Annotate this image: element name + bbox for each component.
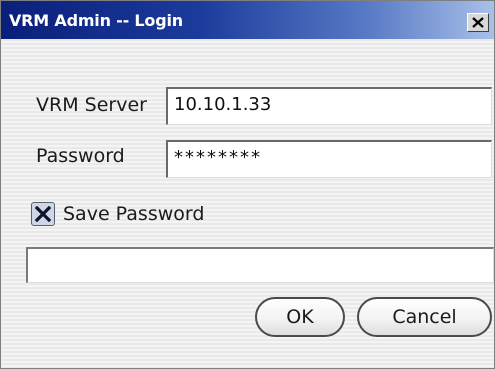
status-field xyxy=(26,247,494,283)
vrm-server-input[interactable]: 10.10.1.33 xyxy=(166,87,492,125)
save-password-label[interactable]: Save Password xyxy=(63,203,204,225)
cancel-button[interactable]: Cancel xyxy=(357,297,492,337)
login-dialog: VRM Admin -- Login VRM Server 10.10.1.33… xyxy=(0,0,495,369)
title-bar[interactable]: VRM Admin -- Login xyxy=(1,1,494,39)
window-title: VRM Admin -- Login xyxy=(9,11,183,30)
password-input[interactable]: ******** xyxy=(166,140,492,178)
save-password-checkbox[interactable] xyxy=(31,202,55,226)
vrm-server-label: VRM Server xyxy=(36,94,147,116)
ok-button[interactable]: OK xyxy=(255,297,345,337)
check-x-icon xyxy=(35,206,51,222)
close-button[interactable] xyxy=(467,13,489,32)
password-label: Password xyxy=(36,145,125,167)
close-icon xyxy=(472,17,484,28)
